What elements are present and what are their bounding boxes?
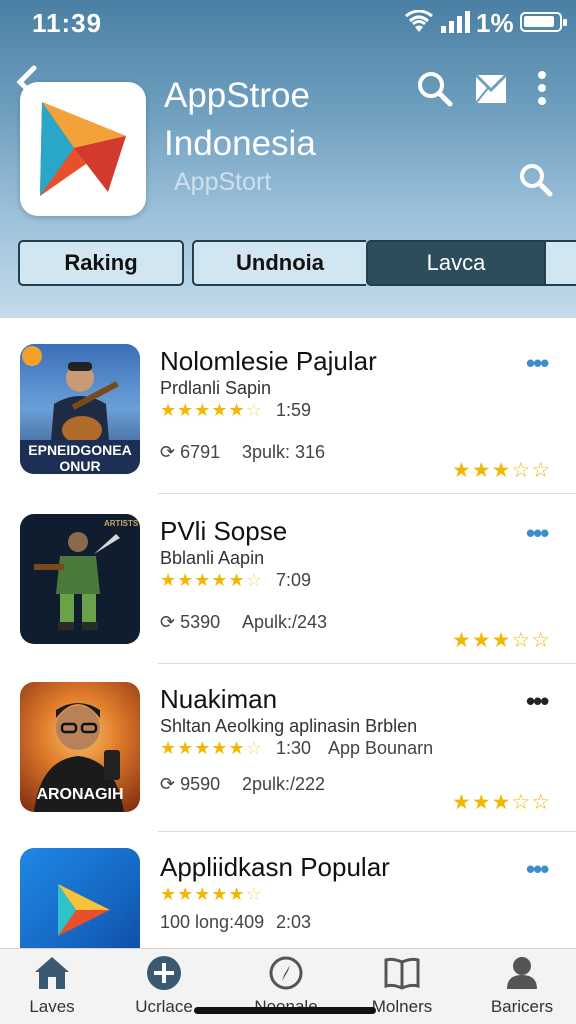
more-options-icon[interactable]: ••• bbox=[526, 350, 549, 376]
download-count: ⟳ 9590 bbox=[160, 774, 221, 794]
page-subtitle: AppStort bbox=[174, 168, 272, 196]
list-item[interactable]: ARTISTS PVli Sopse Bblanli Aapin ★★★★★☆ … bbox=[0, 494, 576, 664]
app-logo bbox=[20, 82, 146, 216]
download-count: ⟳ 5390 bbox=[160, 612, 221, 632]
app-thumbnail: ARTISTS bbox=[20, 514, 140, 644]
plus-circle-icon bbox=[147, 956, 181, 990]
app-developer: Prdlanli Sapin bbox=[160, 378, 272, 398]
tab-label: Laves bbox=[29, 997, 75, 1016]
svg-text:ARTISTS: ARTISTS bbox=[104, 519, 139, 528]
list-item[interactable]: EPNEIDGONEA ONUR Nolomlesie Pajular Prdl… bbox=[0, 324, 576, 494]
app-stat: 2pulk:/222 bbox=[242, 774, 326, 794]
segment-tabs: Raking Undnoia Lavca bbox=[18, 240, 576, 286]
tab-undnoia[interactable]: Undnoia bbox=[192, 240, 366, 286]
compass-icon bbox=[269, 956, 303, 990]
tab-label: Baricers bbox=[490, 997, 554, 1016]
app-stat: Apulk:/243 bbox=[242, 612, 328, 632]
download-count: ⟳ 6791 bbox=[160, 442, 221, 462]
right-rating-stars: ★★★☆☆ bbox=[452, 459, 552, 482]
more-options-icon[interactable]: ••• bbox=[526, 856, 549, 882]
right-rating-stars: ★★★☆☆ bbox=[452, 791, 552, 814]
app-stat: 3pulk: 316 bbox=[242, 442, 326, 462]
more-options-icon[interactable]: ••• bbox=[526, 688, 549, 714]
rating-stars: ★★★★★☆ bbox=[160, 738, 263, 758]
app-thumbnail bbox=[20, 848, 140, 948]
battery-percent: 1% bbox=[476, 8, 514, 38]
wifi-icon bbox=[405, 10, 433, 32]
book-icon bbox=[384, 957, 420, 990]
person-icon bbox=[507, 957, 537, 989]
app-developer: Shltan Aeolking aplinasin Brblen bbox=[160, 716, 418, 736]
tab-raking[interactable]: Raking bbox=[18, 240, 184, 286]
more-vertical-icon[interactable] bbox=[532, 70, 552, 108]
app-name: PVli Sopse bbox=[160, 516, 288, 546]
play-logo-icon bbox=[40, 102, 126, 196]
rating-value: 2:03 bbox=[276, 912, 312, 932]
tab-overflow[interactable] bbox=[544, 240, 576, 286]
app-thumbnail: EPNEIDGONEA ONUR bbox=[20, 344, 140, 474]
list-item[interactable]: ARONAGIH Nuakiman Shltan Aeolking aplina… bbox=[0, 662, 576, 832]
search-icon[interactable] bbox=[518, 162, 554, 198]
app-category: App Bounarn bbox=[328, 738, 434, 758]
app-header: 11:39 1% AppStroe Indonesia AppStort Rak… bbox=[0, 0, 576, 318]
tab-baricers[interactable]: Baricers bbox=[472, 953, 572, 1017]
search-icon[interactable] bbox=[416, 70, 454, 108]
home-indicator[interactable] bbox=[194, 1007, 376, 1014]
thumbnail-caption: EPNEIDGONEA ONUR bbox=[28, 442, 132, 474]
download-count-value: 6791 bbox=[180, 442, 221, 462]
rating-stars: ★★★★★☆ bbox=[160, 884, 263, 904]
play-logo-icon bbox=[58, 884, 110, 936]
download-count-value: 9590 bbox=[180, 774, 221, 794]
tab-lavca[interactable]: Lavca bbox=[366, 240, 546, 286]
rating-stars: ★★★★★☆ bbox=[160, 400, 263, 420]
app-name: Nuakiman bbox=[160, 684, 278, 714]
rating-value: 1:59 bbox=[276, 400, 312, 420]
rating-value: 1:30 bbox=[276, 738, 312, 758]
app-list: EPNEIDGONEA ONUR Nolomlesie Pajular Prdl… bbox=[0, 318, 576, 948]
app-developer: Bblanli Aapin bbox=[160, 548, 265, 568]
rating-value: 7:09 bbox=[276, 570, 312, 590]
app-name: Nolomlesie Pajular bbox=[160, 346, 377, 376]
download-count-value: 5390 bbox=[180, 612, 221, 632]
status-time: 11:39 bbox=[32, 8, 103, 38]
cellular-signal-icon bbox=[441, 11, 470, 33]
warrior-image: ARTISTS bbox=[34, 519, 139, 630]
app-size: 100 long:409 bbox=[160, 912, 265, 932]
battery-icon bbox=[520, 12, 567, 32]
home-icon bbox=[35, 957, 69, 989]
page-title: AppStroe Indonesia bbox=[164, 76, 316, 163]
app-name: Appliidkasn Popular bbox=[160, 852, 390, 882]
list-item[interactable]: Appliidkasn Popular ★★★★★☆ 100 long:409 … bbox=[0, 830, 576, 948]
right-rating-stars: ★★★☆☆ bbox=[452, 629, 552, 652]
tab-laves[interactable]: Laves bbox=[2, 953, 102, 1017]
status-bar: 11:39 1% bbox=[0, 0, 576, 44]
rating-stars: ★★★★★☆ bbox=[160, 570, 263, 590]
thumbnail-caption: ARONAGIH bbox=[36, 786, 124, 803]
app-thumbnail: ARONAGIH bbox=[20, 682, 140, 812]
mail-icon[interactable] bbox=[474, 72, 508, 106]
more-options-icon[interactable]: ••• bbox=[526, 520, 549, 546]
